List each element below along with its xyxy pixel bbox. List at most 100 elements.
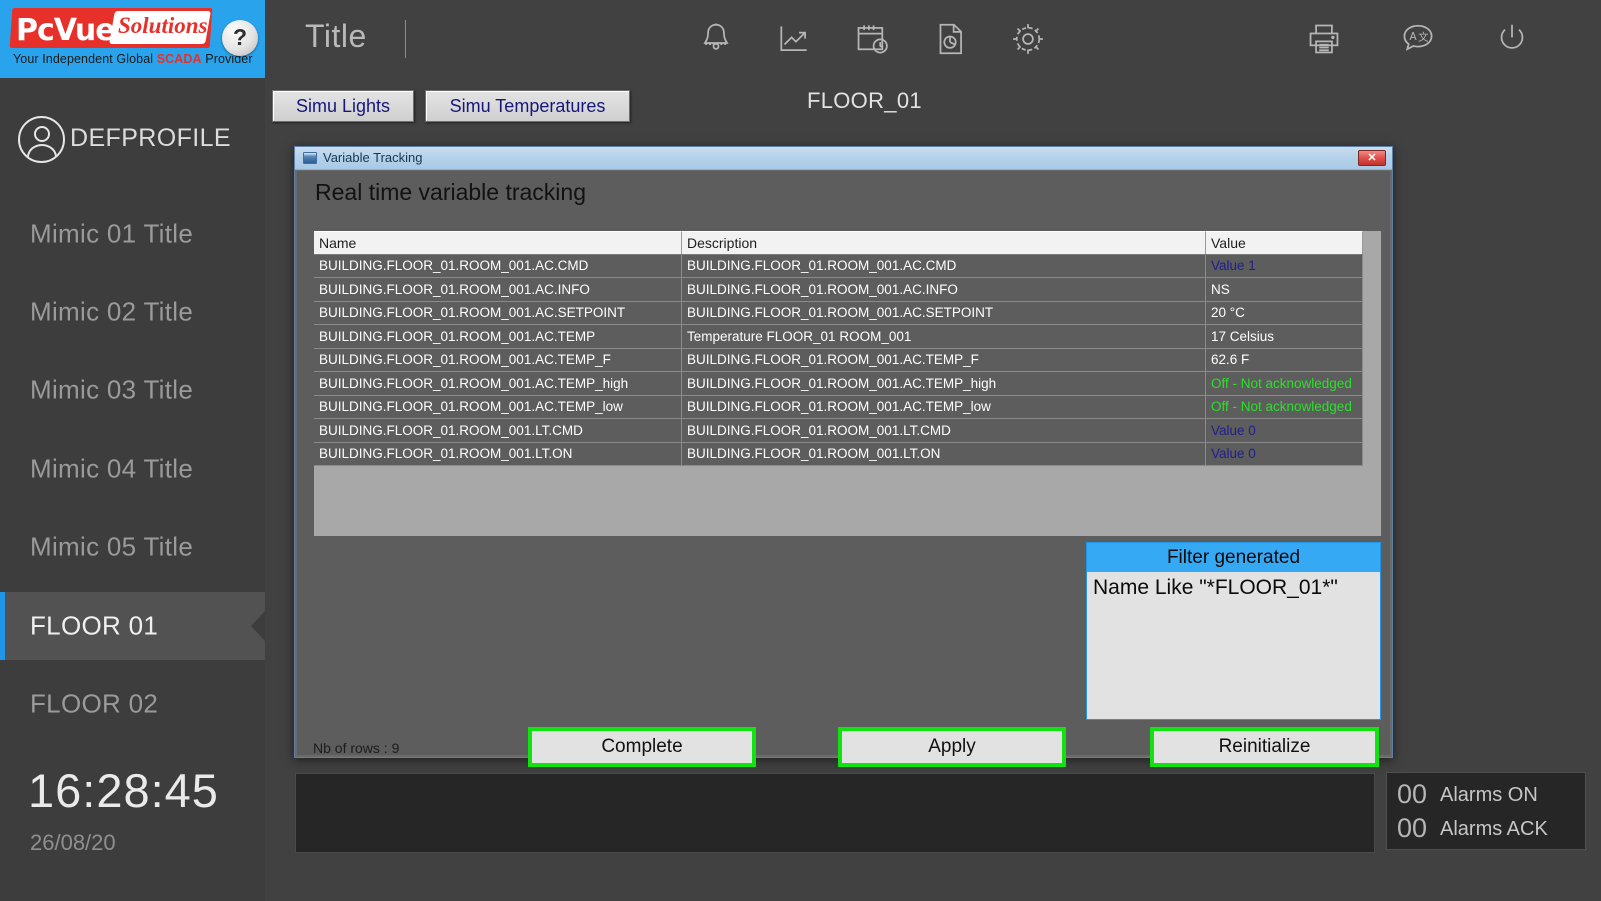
sidebar-item-mimic-02-title[interactable]: Mimic 02 Title bbox=[0, 278, 265, 346]
dialog-titlebar[interactable]: Variable Tracking ✕ bbox=[295, 147, 1392, 170]
table-cell-name: BUILDING.FLOOR_01.ROOM_001.AC.INFO bbox=[314, 278, 682, 301]
table-cell-description: Temperature FLOOR_01 ROOM_001 bbox=[682, 325, 1206, 348]
sidebar-item-label: FLOOR 02 bbox=[30, 688, 159, 719]
active-arrow-icon bbox=[251, 611, 265, 641]
profile-name: DEFPROFILE bbox=[70, 124, 231, 152]
table-cell-description: BUILDING.FLOOR_01.ROOM_001.AC.INFO bbox=[682, 278, 1206, 301]
sidebar-item-label: Mimic 05 Title bbox=[30, 531, 194, 562]
alarms-on-label: Alarms ON bbox=[1440, 784, 1538, 806]
table-cell-name: BUILDING.FLOOR_01.ROOM_001.LT.CMD bbox=[314, 419, 682, 442]
sidebar-item-mimic-01-title[interactable]: Mimic 01 Title bbox=[0, 200, 265, 268]
dialog-heading: Real time variable tracking bbox=[315, 179, 587, 205]
table-cell-value: 20 °C bbox=[1206, 301, 1363, 324]
complete-button[interactable]: Complete bbox=[528, 727, 756, 767]
active-indicator bbox=[0, 592, 5, 660]
variable-tracking-dialog: Variable Tracking ✕ Real time variable t… bbox=[294, 146, 1393, 767]
sidebar-item-mimic-03-title[interactable]: Mimic 03 Title bbox=[0, 356, 265, 424]
sidebar-item-floor-02[interactable]: FLOOR 02 bbox=[0, 670, 265, 738]
sidebar-item-mimic-05-title[interactable]: Mimic 05 Title bbox=[0, 513, 265, 581]
table-cell-description: BUILDING.FLOOR_01.ROOM_001.AC.TEMP_high bbox=[682, 372, 1206, 395]
printer-icon[interactable] bbox=[1298, 14, 1350, 64]
table-row[interactable]: BUILDING.FLOOR_01.ROOM_001.AC.TEMP_low BU… bbox=[314, 395, 1363, 419]
sidebar-item-label: Mimic 01 Title bbox=[30, 218, 194, 249]
alarm-bell-icon[interactable] bbox=[690, 14, 742, 64]
scada-application: PcVue® Solutions Your Independent Global… bbox=[0, 0, 1601, 901]
table-row[interactable]: BUILDING.FLOOR_01.ROOM_001.AC.TEMP Temper… bbox=[314, 325, 1363, 349]
sidebar-item-label: FLOOR 01 bbox=[30, 610, 159, 641]
title-divider bbox=[405, 20, 406, 58]
sidebar-item-mimic-04-title[interactable]: Mimic 04 Title bbox=[0, 435, 265, 503]
calendar-clock-icon[interactable] bbox=[846, 14, 898, 64]
reinitialize-button[interactable]: Reinitialize bbox=[1150, 727, 1379, 767]
page-title: Title bbox=[305, 18, 367, 54]
table-row[interactable]: BUILDING.FLOOR_01.ROOM_001.LT.CMD BUILDIN… bbox=[314, 419, 1363, 443]
column-header-name[interactable]: Name bbox=[314, 231, 682, 254]
table-row[interactable]: BUILDING.FLOOR_01.ROOM_001.AC.TEMP_F BUIL… bbox=[314, 348, 1363, 372]
variable-grid: Name Description Value BUILDING.FLOOR_01.RO… bbox=[314, 231, 1363, 466]
table-cell-description: BUILDING.FLOOR_01.ROOM_001.AC.SETPOINT bbox=[682, 301, 1206, 324]
brand-logo: PcVue® Solutions Your Independent Global… bbox=[0, 0, 265, 78]
table-cell-description: BUILDING.FLOOR_01.ROOM_001.AC.TEMP_F bbox=[682, 348, 1206, 371]
table-cell-description: BUILDING.FLOOR_01.ROOM_001.AC.TEMP_low bbox=[682, 395, 1206, 418]
table-row[interactable]: BUILDING.FLOOR_01.ROOM_001.AC.SETPOINT BU… bbox=[314, 301, 1363, 325]
table-cell-value: 17 Celsius bbox=[1206, 325, 1363, 348]
avatar bbox=[18, 116, 65, 163]
table-cell-name: BUILDING.FLOOR_01.ROOM_001.AC.SETPOINT bbox=[314, 301, 682, 324]
top-toolbar: Title A 文 bbox=[265, 0, 1601, 78]
logo-pcvue-text: PcVue® bbox=[16, 13, 125, 48]
help-button[interactable]: ? bbox=[222, 20, 258, 56]
report-document-icon[interactable] bbox=[924, 14, 976, 64]
row-count-label: Nb of rows : 9 bbox=[313, 740, 400, 756]
alarms-on-count: 00 bbox=[1397, 779, 1428, 809]
window-icon bbox=[303, 152, 317, 164]
clock-date: 26/08/20 bbox=[30, 830, 116, 855]
alarm-counters: 00 Alarms ON 00 Alarms ACK bbox=[1386, 772, 1586, 850]
alarms-ack-row: 00 Alarms ACK bbox=[1387, 813, 1585, 847]
table-cell-value: Value 0 bbox=[1206, 442, 1363, 465]
filter-expression[interactable]: Name Like "*FLOOR_01*" bbox=[1087, 572, 1380, 719]
tab-simu-temperatures[interactable]: Simu Temperatures bbox=[425, 90, 630, 122]
table-row[interactable]: BUILDING.FLOOR_01.ROOM_001.AC.INFO BUILDI… bbox=[314, 278, 1363, 302]
table-row[interactable]: BUILDING.FLOOR_01.ROOM_001.AC.CMD BUILDIN… bbox=[314, 254, 1363, 278]
svg-text:文: 文 bbox=[1418, 30, 1429, 43]
sidebar-item-floor-01[interactable]: FLOOR 01 bbox=[0, 592, 265, 660]
svg-text:A: A bbox=[1409, 31, 1417, 43]
table-cell-value: Off - Not acknowledged bbox=[1206, 372, 1363, 395]
variable-table: Name Description Value BUILDING.FLOOR_01.RO… bbox=[314, 231, 1381, 536]
table-row[interactable]: BUILDING.FLOOR_01.ROOM_001.AC.TEMP_high B… bbox=[314, 372, 1363, 396]
mimic-heading: FLOOR_01 bbox=[807, 88, 922, 113]
grid-empty-area bbox=[314, 467, 1363, 536]
column-header-description[interactable]: Description bbox=[682, 231, 1206, 254]
translate-icon[interactable]: A 文 bbox=[1392, 14, 1444, 64]
dialog-title: Variable Tracking bbox=[323, 150, 423, 165]
tab-simu-lights[interactable]: Simu Lights bbox=[272, 90, 414, 122]
table-cell-name: BUILDING.FLOOR_01.ROOM_001.AC.TEMP bbox=[314, 325, 682, 348]
column-header-value[interactable]: Value bbox=[1206, 231, 1363, 254]
table-header-row: Name Description Value bbox=[314, 231, 1363, 255]
sidebar-item-label: Mimic 04 Title bbox=[30, 453, 194, 484]
gear-icon[interactable] bbox=[1002, 14, 1054, 64]
alarm-banner-panel bbox=[295, 773, 1375, 853]
table-cell-description: BUILDING.FLOOR_01.ROOM_001.LT.ON bbox=[682, 442, 1206, 465]
avatar-head-icon bbox=[33, 126, 50, 142]
close-icon[interactable]: ✕ bbox=[1358, 150, 1386, 166]
table-cell-name: BUILDING.FLOOR_01.ROOM_001.LT.ON bbox=[314, 442, 682, 465]
sidebar-item-label: Mimic 03 Title bbox=[30, 374, 194, 405]
apply-button[interactable]: Apply bbox=[838, 727, 1066, 767]
power-icon[interactable] bbox=[1486, 14, 1538, 64]
trend-chart-icon[interactable] bbox=[768, 14, 820, 64]
logo-solutions-text: Solutions bbox=[118, 13, 208, 38]
table-cell-description: BUILDING.FLOOR_01.ROOM_001.LT.CMD bbox=[682, 419, 1206, 442]
avatar-body-icon bbox=[26, 144, 57, 161]
sidebar: PcVue® Solutions Your Independent Global… bbox=[0, 0, 265, 901]
table-cell-value: Value 0 bbox=[1206, 419, 1363, 442]
user-profile[interactable]: DEFPROFILE bbox=[0, 110, 265, 180]
table-cell-description: BUILDING.FLOOR_01.ROOM_001.AC.CMD bbox=[682, 254, 1206, 277]
table-row[interactable]: BUILDING.FLOOR_01.ROOM_001.LT.ON BUILDING… bbox=[314, 442, 1363, 466]
table-cell-name: BUILDING.FLOOR_01.ROOM_001.AC.TEMP_high bbox=[314, 372, 682, 395]
sidebar-item-label: Mimic 02 Title bbox=[30, 296, 194, 327]
logo-tagline: Your Independent Global SCADA Provider bbox=[13, 52, 253, 66]
alarms-ack-label: Alarms ACK bbox=[1440, 818, 1548, 840]
dialog-body: Real time variable tracking Name Descript… bbox=[297, 171, 1390, 767]
filter-title: Filter generated bbox=[1087, 543, 1380, 572]
